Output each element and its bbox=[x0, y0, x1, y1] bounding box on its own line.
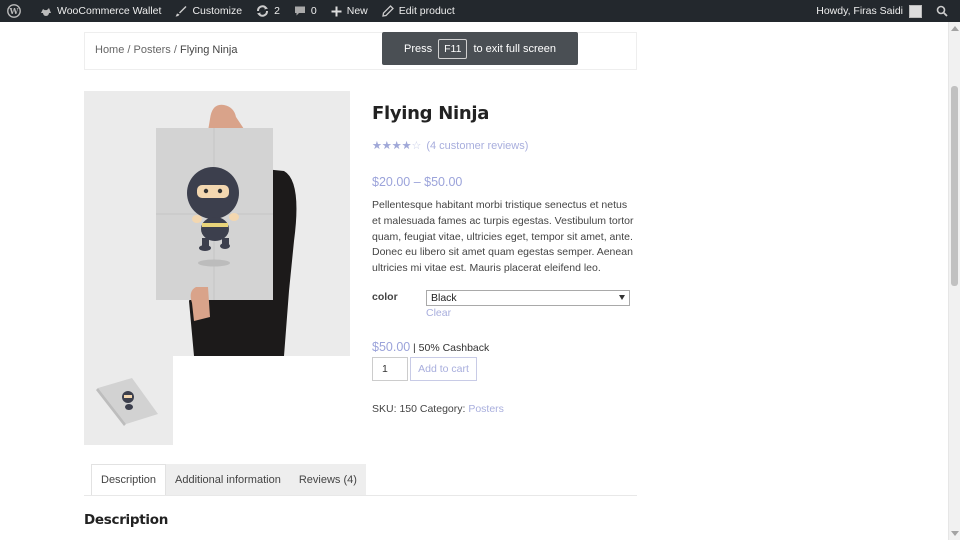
breadcrumb-separator: / bbox=[170, 44, 180, 56]
poster-photo-illustration bbox=[156, 104, 297, 356]
updates-icon bbox=[257, 5, 269, 17]
adminbar-edit-product-label: Edit product bbox=[398, 5, 455, 17]
fullscreen-notice: Press F11 to exit full screen bbox=[382, 32, 578, 65]
fullscreen-notice-message: to exit full screen bbox=[473, 42, 556, 55]
category-link[interactable]: Posters bbox=[468, 403, 504, 415]
plus-icon bbox=[331, 6, 342, 16]
adminbar-account[interactable]: Howdy, Firas Saidi bbox=[809, 0, 929, 22]
clear-variation-link[interactable]: Clear bbox=[426, 307, 451, 319]
quantity-input[interactable]: 1 bbox=[372, 357, 408, 381]
product-meta: SKU: 150 Category: Posters bbox=[372, 403, 504, 415]
adminbar-new-label: New bbox=[346, 5, 368, 17]
variation-price: $50.00 bbox=[372, 340, 411, 354]
search-icon bbox=[936, 5, 948, 17]
adminbar-comments[interactable]: 0 bbox=[287, 0, 324, 22]
adminbar-wallet-label: WooCommerce Wallet bbox=[57, 5, 162, 17]
breadcrumb-category-link[interactable]: Posters bbox=[134, 44, 171, 56]
tab-description[interactable]: Description bbox=[91, 464, 167, 496]
product-price-range: $20.00 – $50.00 bbox=[372, 175, 463, 189]
adminbar-updates[interactable]: 2 bbox=[249, 0, 287, 22]
adminbar-wallet[interactable]: WooCommerce Wallet bbox=[33, 0, 168, 22]
adminbar-customize[interactable]: Customize bbox=[168, 0, 249, 22]
add-to-cart-button[interactable]: Add to cart bbox=[410, 357, 477, 381]
chevron-down-icon bbox=[619, 295, 625, 300]
fullscreen-notice-key: F11 bbox=[438, 38, 468, 59]
adminbar-greeting: Howdy, Firas Saidi bbox=[816, 5, 903, 17]
tab-additional-information[interactable]: Additional information bbox=[166, 464, 290, 496]
svg-text:W: W bbox=[9, 6, 20, 16]
star-rating-icon: ☆☆☆☆☆★★★★★ bbox=[372, 140, 422, 152]
scroll-thumb[interactable] bbox=[951, 86, 958, 286]
pencil-icon bbox=[381, 5, 394, 17]
tab-reviews[interactable]: Reviews (4) bbox=[289, 464, 366, 496]
avatar bbox=[909, 4, 922, 18]
product-thumbnail[interactable] bbox=[84, 356, 173, 445]
product-rating: ☆☆☆☆☆★★★★★ (4 customer reviews) bbox=[372, 139, 528, 153]
comment-icon bbox=[294, 6, 305, 16]
color-select[interactable]: Black bbox=[426, 290, 630, 306]
wordpress-menu[interactable]: W bbox=[0, 0, 33, 22]
scroll-down-arrow-icon[interactable] bbox=[951, 531, 959, 536]
cashback-text: | 50% Cashback bbox=[413, 342, 490, 354]
product-main-image[interactable] bbox=[84, 91, 350, 356]
poster-thumbnail-illustration bbox=[96, 378, 158, 426]
breadcrumb-separator: / bbox=[124, 44, 134, 56]
description-heading: Description bbox=[84, 512, 169, 528]
tabs-divider bbox=[84, 495, 637, 496]
breadcrumb-home-link[interactable]: Home bbox=[95, 44, 124, 56]
sku-value: 150 bbox=[399, 403, 417, 415]
category-label: Category: bbox=[416, 403, 469, 415]
adminbar-new[interactable]: New bbox=[324, 0, 375, 22]
customer-reviews-link[interactable]: (4 customer reviews) bbox=[426, 140, 528, 152]
page-scrollbar[interactable] bbox=[948, 22, 960, 540]
variation-label-color: color bbox=[372, 291, 398, 303]
sku-label: SKU: bbox=[372, 403, 400, 415]
adminbar-customize-label: Customize bbox=[192, 5, 243, 17]
scroll-up-arrow-icon[interactable] bbox=[951, 26, 959, 31]
product-title: Flying Ninja bbox=[372, 103, 490, 124]
admin-bar: W WooCommerce Wallet Customize 2 0 New E… bbox=[0, 0, 960, 22]
adminbar-edit-product[interactable]: Edit product bbox=[375, 0, 462, 22]
wordpress-icon: W bbox=[7, 4, 21, 18]
color-select-value: Black bbox=[431, 292, 457, 304]
fullscreen-notice-press: Press bbox=[404, 42, 433, 55]
product-tabs: Description Additional information Revie… bbox=[91, 464, 366, 496]
star-rating-fill: ★★★★★ bbox=[372, 140, 412, 152]
adminbar-search[interactable] bbox=[929, 0, 960, 22]
breadcrumb-current: Flying Ninja bbox=[179, 44, 238, 56]
adminbar-updates-count: 2 bbox=[274, 5, 280, 17]
brush-icon bbox=[175, 6, 187, 17]
wallet-icon bbox=[41, 8, 51, 16]
adminbar-comments-count: 0 bbox=[310, 5, 317, 17]
product-short-description: Pellentesque habitant morbi tristique se… bbox=[372, 199, 634, 275]
